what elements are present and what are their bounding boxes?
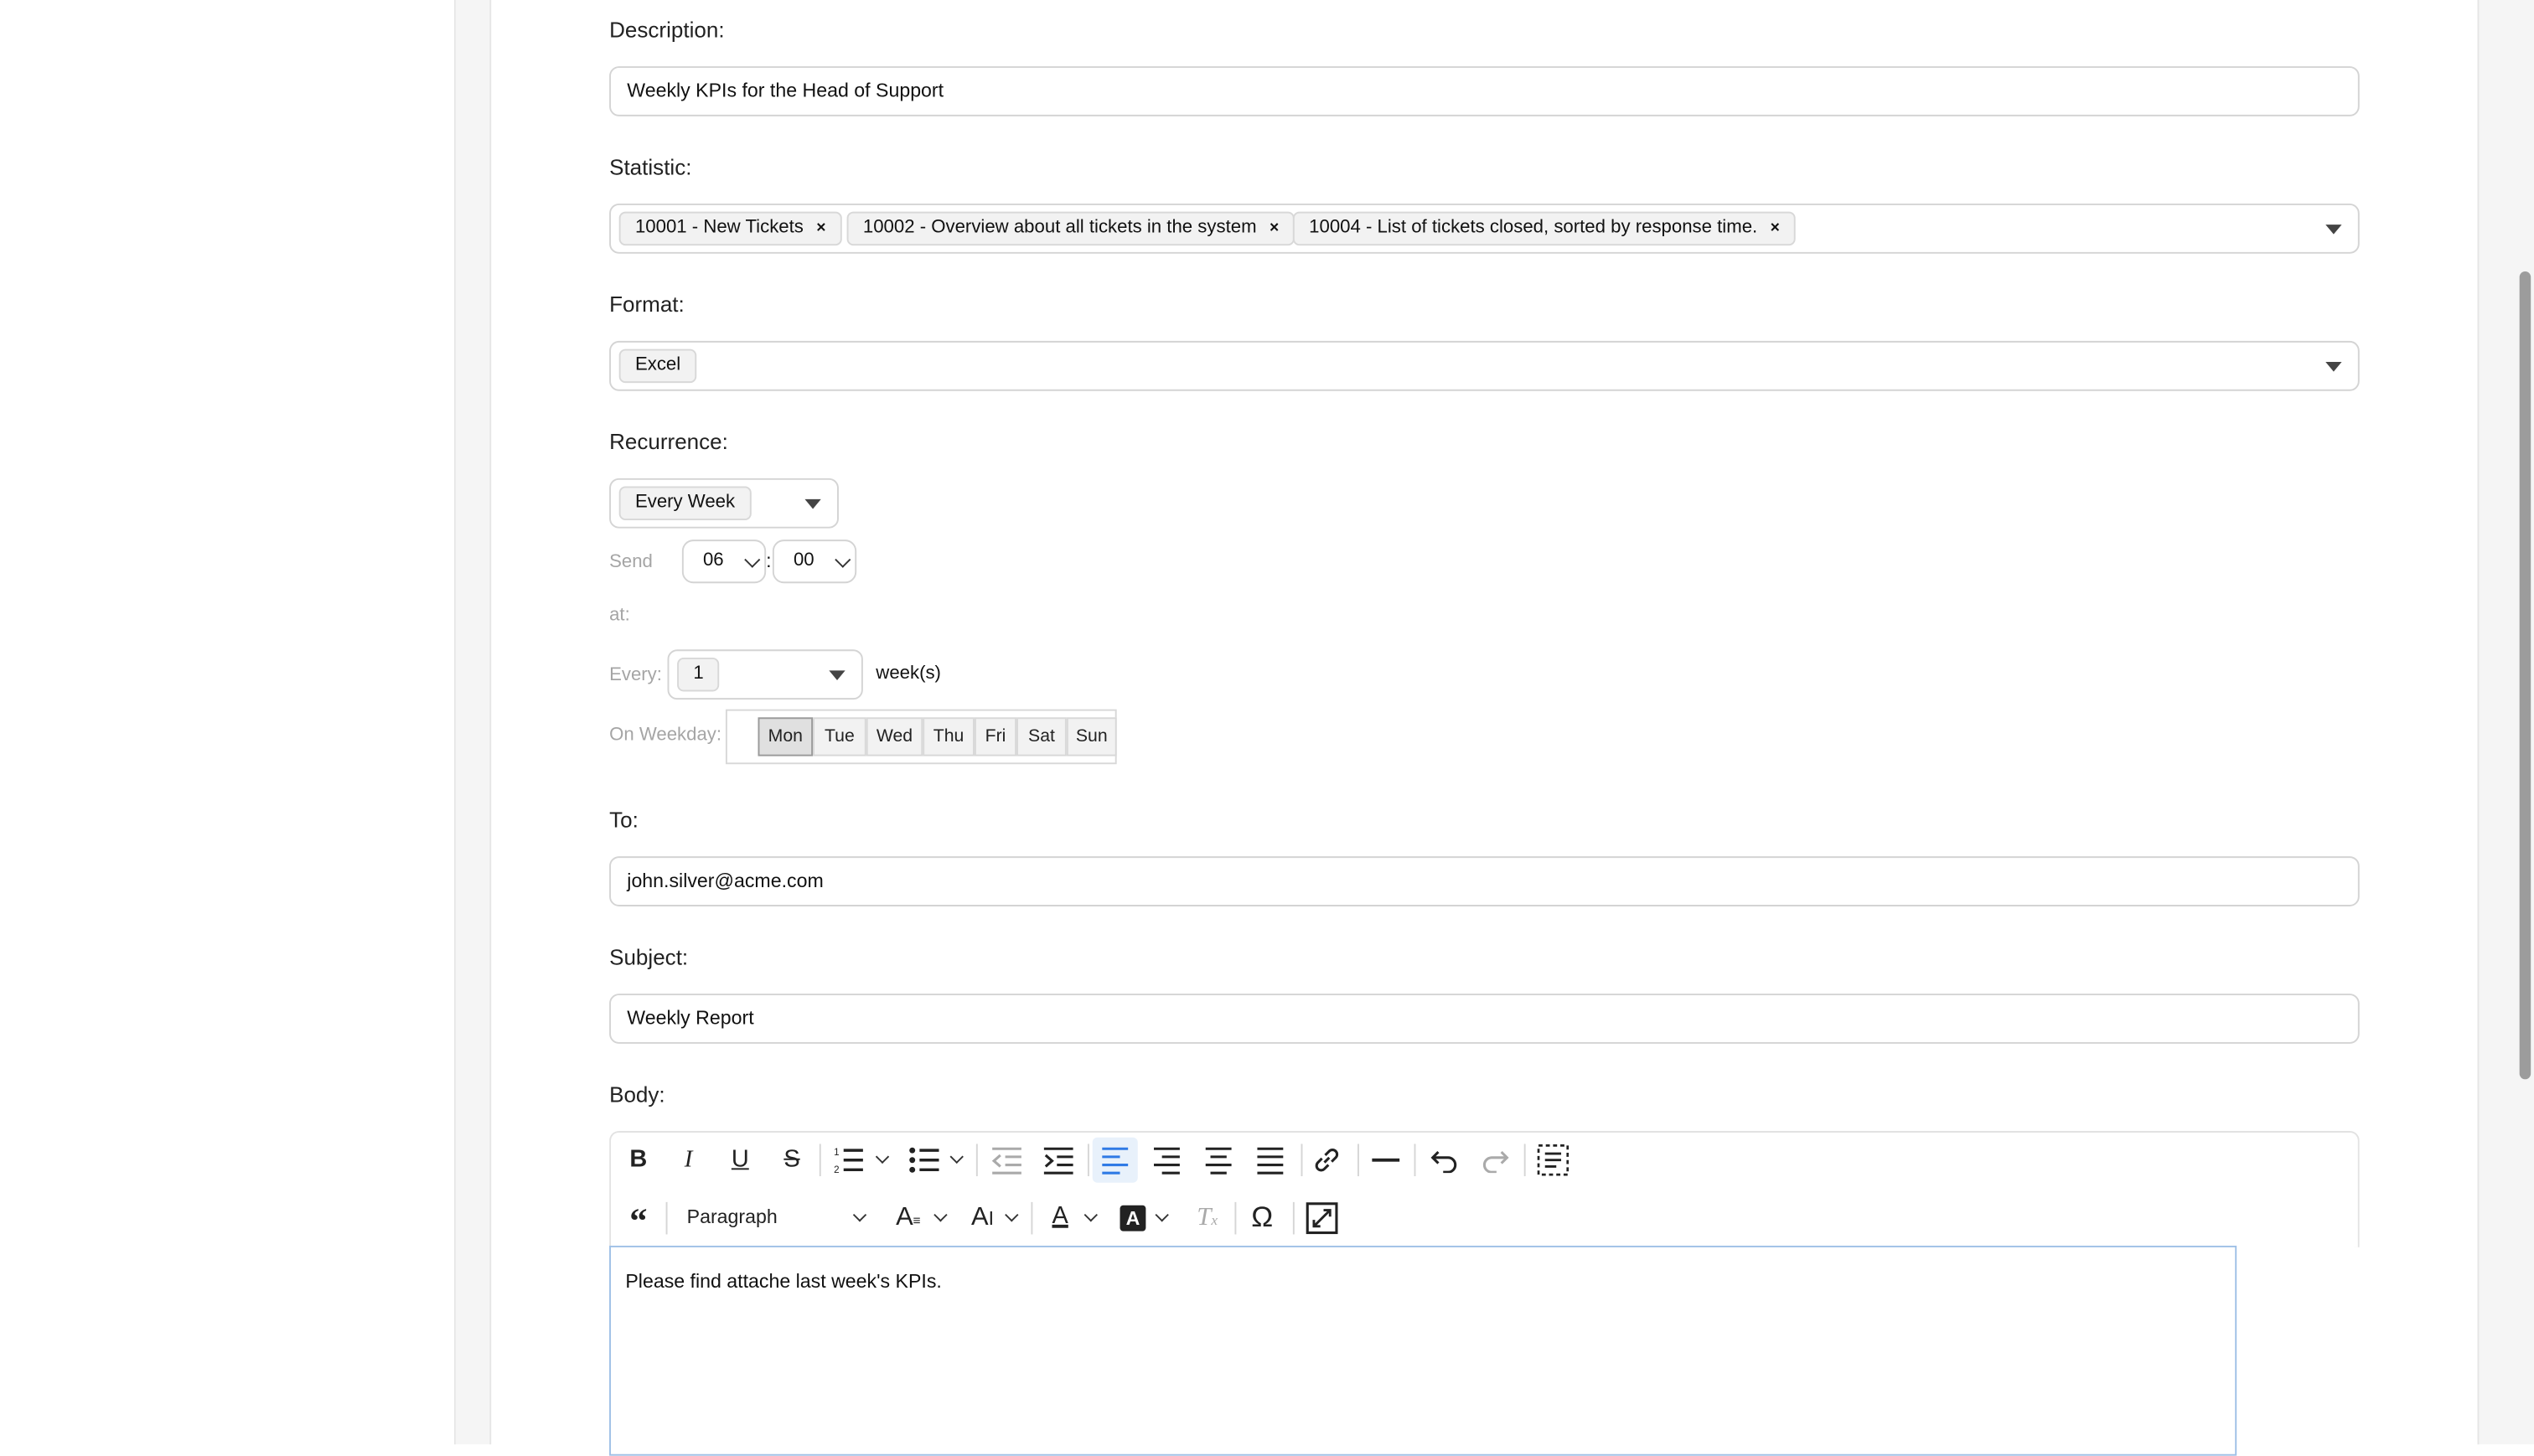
scrollbar-thumb[interactable] [2519,271,2531,1080]
chevron-down-icon [835,551,851,568]
toolbar-separator [1358,1144,1359,1177]
send-label: Send [609,552,653,572]
time-separator: : [766,549,772,572]
to-input[interactable]: john.silver@acme.com [609,856,2360,906]
toolbar-separator [1087,1144,1089,1177]
format-select[interactable]: Excel [609,340,2360,391]
remove-tag-icon[interactable]: × [816,219,825,237]
chevron-down-icon [744,551,761,568]
strikethrough-icon[interactable]: S [778,1143,807,1178]
left-area [0,0,456,1445]
numbered-list-icon[interactable]: 12 [832,1145,865,1175]
subject-input[interactable]: Weekly Report [609,994,2360,1044]
weekday-label: On Weekday: [609,725,722,746]
left-gutter [455,0,492,1445]
align-left-icon[interactable] [1100,1145,1130,1175]
align-justify-icon[interactable] [1256,1145,1285,1175]
svg-text:1: 1 [834,1148,839,1158]
page: Description: Weekly KPIs for the Head of… [0,0,2534,1456]
statistic-tag-label: 10001 - New Tickets [634,218,804,238]
special-characters-icon[interactable]: Ω [1248,1199,1277,1234]
toolbar-separator [1414,1144,1416,1177]
statistic-tag: 10001 - New Tickets × [618,211,842,246]
weekday-thu[interactable]: Thu [923,717,975,756]
background-color-icon[interactable]: A [1120,1205,1146,1231]
weekday-sat[interactable]: Sat [1016,717,1067,756]
to-label: To: [609,808,639,833]
font-size-icon[interactable]: A≡ [894,1200,923,1239]
toolbar-separator [1234,1201,1237,1235]
body-label: Body: [609,1082,665,1107]
statistic-tag: 10004 - List of tickets closed, sorted b… [1292,211,1797,246]
undo-icon[interactable] [1430,1147,1460,1174]
toolbar-separator [1523,1144,1526,1177]
every-label: Every: [609,665,662,685]
statistic-tag-label: 10002 - Overview about all tickets in th… [862,218,1257,238]
format-label: Format: [609,292,685,318]
weekday-mon[interactable]: Mon [758,717,814,756]
hour-select[interactable]: 06 [681,540,767,584]
weekday-picker: Mon Tue Wed Thu Fri Sat Sun [725,709,1117,765]
minute-value: 00 [793,550,814,571]
bold-icon[interactable]: B [623,1143,653,1178]
block-quote-icon[interactable]: “ [623,1200,653,1242]
remove-tag-icon[interactable]: × [1771,219,1780,237]
statistic-label: Statistic: [609,155,692,180]
dropdown-caret-icon[interactable] [829,670,846,680]
dropdown-caret-icon[interactable] [804,498,821,509]
toolbar-separator [1301,1144,1303,1177]
show-blocks-icon[interactable] [1537,1144,1570,1176]
align-right-icon[interactable] [1152,1145,1182,1175]
dropdown-caret-icon[interactable] [2325,362,2342,372]
line-height-icon[interactable]: AI [964,1200,1000,1236]
statistic-tag: 10002 - Overview about all tickets in th… [846,211,1295,246]
weekday-sun[interactable]: Sun [1066,717,1117,756]
description-label: Description: [609,18,725,43]
recurrence-label: Recurrence: [609,430,728,454]
weekday-fri[interactable]: Fri [974,717,1017,756]
dropdown-caret-icon[interactable] [2325,225,2342,235]
toolbar-separator [1031,1201,1033,1235]
every-selected-value: 1 [677,657,721,692]
align-center-icon[interactable] [1204,1145,1233,1175]
toolbar-separator [1292,1201,1295,1235]
toolbar-separator [665,1201,668,1235]
weekday-tue[interactable]: Tue [813,717,866,756]
hour-value: 06 [702,550,724,571]
fullscreen-icon[interactable] [1306,1202,1338,1235]
toolbar-separator [975,1144,978,1177]
body-content: Please find attache last week's KPIs. [625,1269,942,1293]
recurrence-select[interactable]: Every Week [609,478,839,529]
link-icon[interactable] [1312,1145,1342,1175]
statistic-select[interactable]: 10001 - New Tickets × 10002 - Overview ab… [609,204,2360,254]
weekday-wed[interactable]: Wed [866,717,923,756]
recurrence-selected-value: Every Week [618,486,752,521]
body-editor[interactable]: Please find attache last week's KPIs. [609,1245,2237,1456]
remove-format-icon[interactable]: Tx [1192,1200,1222,1237]
font-color-icon[interactable]: A [1047,1199,1073,1234]
send-at-label: at: [609,606,630,626]
every-select[interactable]: 1 [667,649,863,700]
horizontal-line-icon[interactable] [1372,1158,1400,1162]
paragraph-style-dropdown[interactable]: Paragraph [687,1206,778,1228]
toolbar-separator [819,1144,821,1177]
bulleted-list-icon[interactable] [908,1145,941,1175]
format-selected-value: Excel [618,349,697,384]
svg-text:2: 2 [834,1165,839,1175]
description-input[interactable]: Weekly KPIs for the Head of Support [609,66,2360,116]
statistic-tag-label: 10004 - List of tickets closed, sorted b… [1309,218,1758,238]
minute-select[interactable]: 00 [772,540,857,584]
indent-icon[interactable] [1042,1145,1075,1175]
italic-icon[interactable]: I [675,1143,701,1178]
underline-icon[interactable]: U [726,1143,755,1178]
subject-label: Subject: [609,945,689,970]
redo-icon[interactable] [1481,1147,1510,1174]
outdent-icon[interactable] [990,1145,1023,1175]
remove-tag-icon[interactable]: × [1270,219,1279,237]
every-unit-label: week(s) [876,663,941,684]
